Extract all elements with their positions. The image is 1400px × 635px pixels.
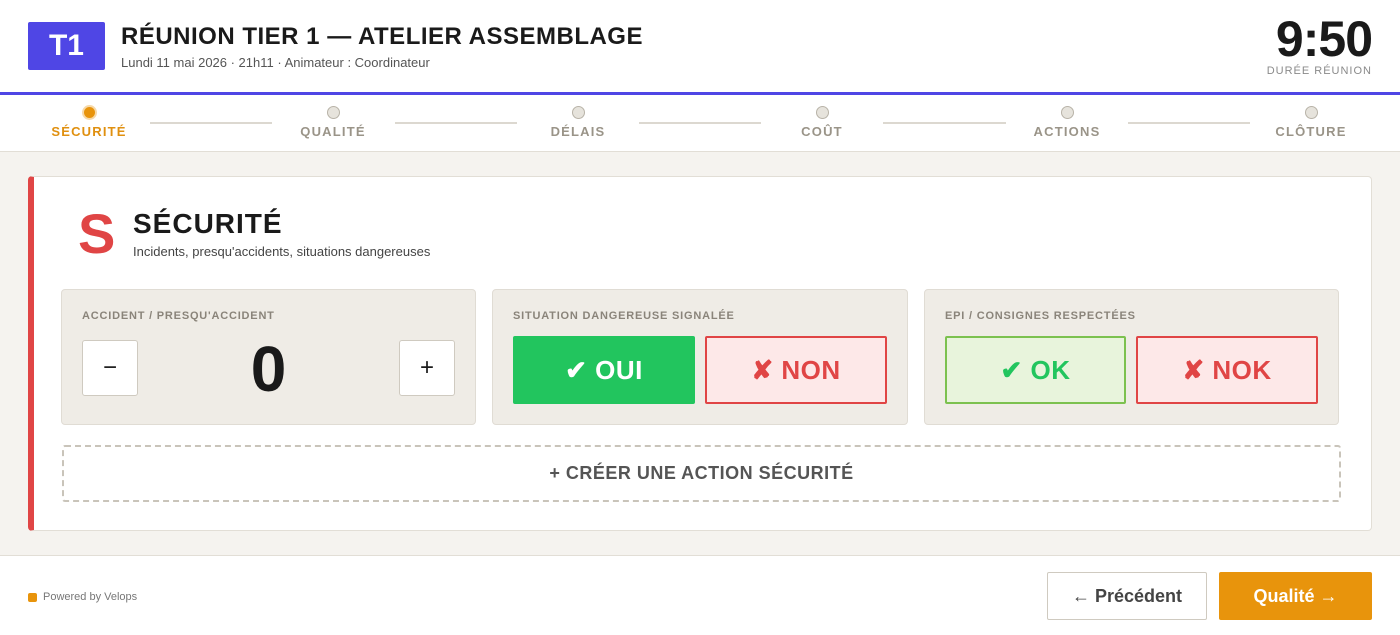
section-subtitle: Incidents, presqu'accidents, situations … [133, 244, 431, 259]
safety-card: S SÉCURITÉ Incidents, presqu'accidents, … [28, 176, 1372, 531]
step-dot [326, 106, 340, 119]
ppe-ok-button[interactable]: ✔ OK [945, 336, 1126, 404]
brand-dot-icon [28, 592, 37, 602]
section-title: SÉCURITÉ [133, 208, 283, 239]
accident-panel: ACCIDENT / PRESQU'ACCIDENT 0 − + [61, 289, 476, 425]
step-label: QUALITÉ [300, 124, 366, 139]
step-securite[interactable]: SÉCURITÉ [9, 105, 169, 139]
step-dot [815, 106, 829, 119]
create-action-button[interactable]: + CRÉER UNE ACTION SÉCURITÉ [62, 445, 1341, 502]
step-dot [1304, 106, 1318, 119]
ppe-panel: EPI / CONSIGNES RESPECTÉES ✔ OK ✘ NOK [924, 289, 1339, 425]
ppe-nok-button[interactable]: ✘ NOK [1136, 336, 1318, 404]
danger-label: SITUATION DANGEREUSE SIGNALÉE [513, 310, 735, 322]
powered-by: Powered by Velops [28, 591, 137, 603]
section-letter: S [78, 202, 116, 265]
page-title: RÉUNION TIER 1 — ATELIER ASSEMBLAGE [121, 23, 643, 50]
step-label: SÉCURITÉ [51, 124, 127, 139]
meeting-timer: 9:50 DURÉE RÉUNION [1266, 11, 1373, 77]
step-dot [1060, 106, 1074, 119]
danger-no-button[interactable]: ✘ NON [705, 336, 887, 404]
step-label: COÛT [801, 124, 843, 139]
next-button[interactable]: Qualité → [1219, 572, 1372, 620]
meeting-info: Lundi 11 mai 2026 · 21h11 · Animateur : … [121, 55, 430, 70]
step-qualite[interactable]: QUALITÉ [253, 106, 413, 139]
step-cloture[interactable]: CLÔTURE [1231, 106, 1391, 139]
increment-button[interactable]: + [399, 340, 455, 396]
accident-label: ACCIDENT / PRESQU'ACCIDENT [82, 310, 275, 322]
ppe-label: EPI / CONSIGNES RESPECTÉES [945, 310, 1136, 322]
decrement-button[interactable]: − [82, 340, 138, 396]
step-label: DÉLAIS [550, 124, 606, 139]
step-label: CLÔTURE [1275, 124, 1347, 139]
timer-label: DURÉE RÉUNION [1266, 65, 1372, 77]
step-label: ACTIONS [1033, 124, 1101, 139]
tier-badge: T1 [28, 22, 105, 70]
header: T1 RÉUNION TIER 1 — ATELIER ASSEMBLAGE L… [0, 0, 1400, 95]
step-dot [81, 105, 97, 120]
powered-text: Powered by Velops [43, 591, 138, 603]
step-delais[interactable]: DÉLAIS [498, 106, 658, 139]
previous-button[interactable]: ← Précédent [1047, 572, 1207, 620]
danger-yes-button[interactable]: ✔ OUI [513, 336, 695, 404]
step-cout[interactable]: COÛT [742, 106, 902, 139]
timer-value: 9:50 [1275, 11, 1373, 67]
step-actions[interactable]: ACTIONS [987, 106, 1147, 139]
step-dot [571, 106, 585, 119]
danger-panel: SITUATION DANGEREUSE SIGNALÉE ✔ OUI ✘ NO… [492, 289, 908, 425]
footer: Powered by Velops ← Précédent Qualité → [0, 555, 1400, 635]
